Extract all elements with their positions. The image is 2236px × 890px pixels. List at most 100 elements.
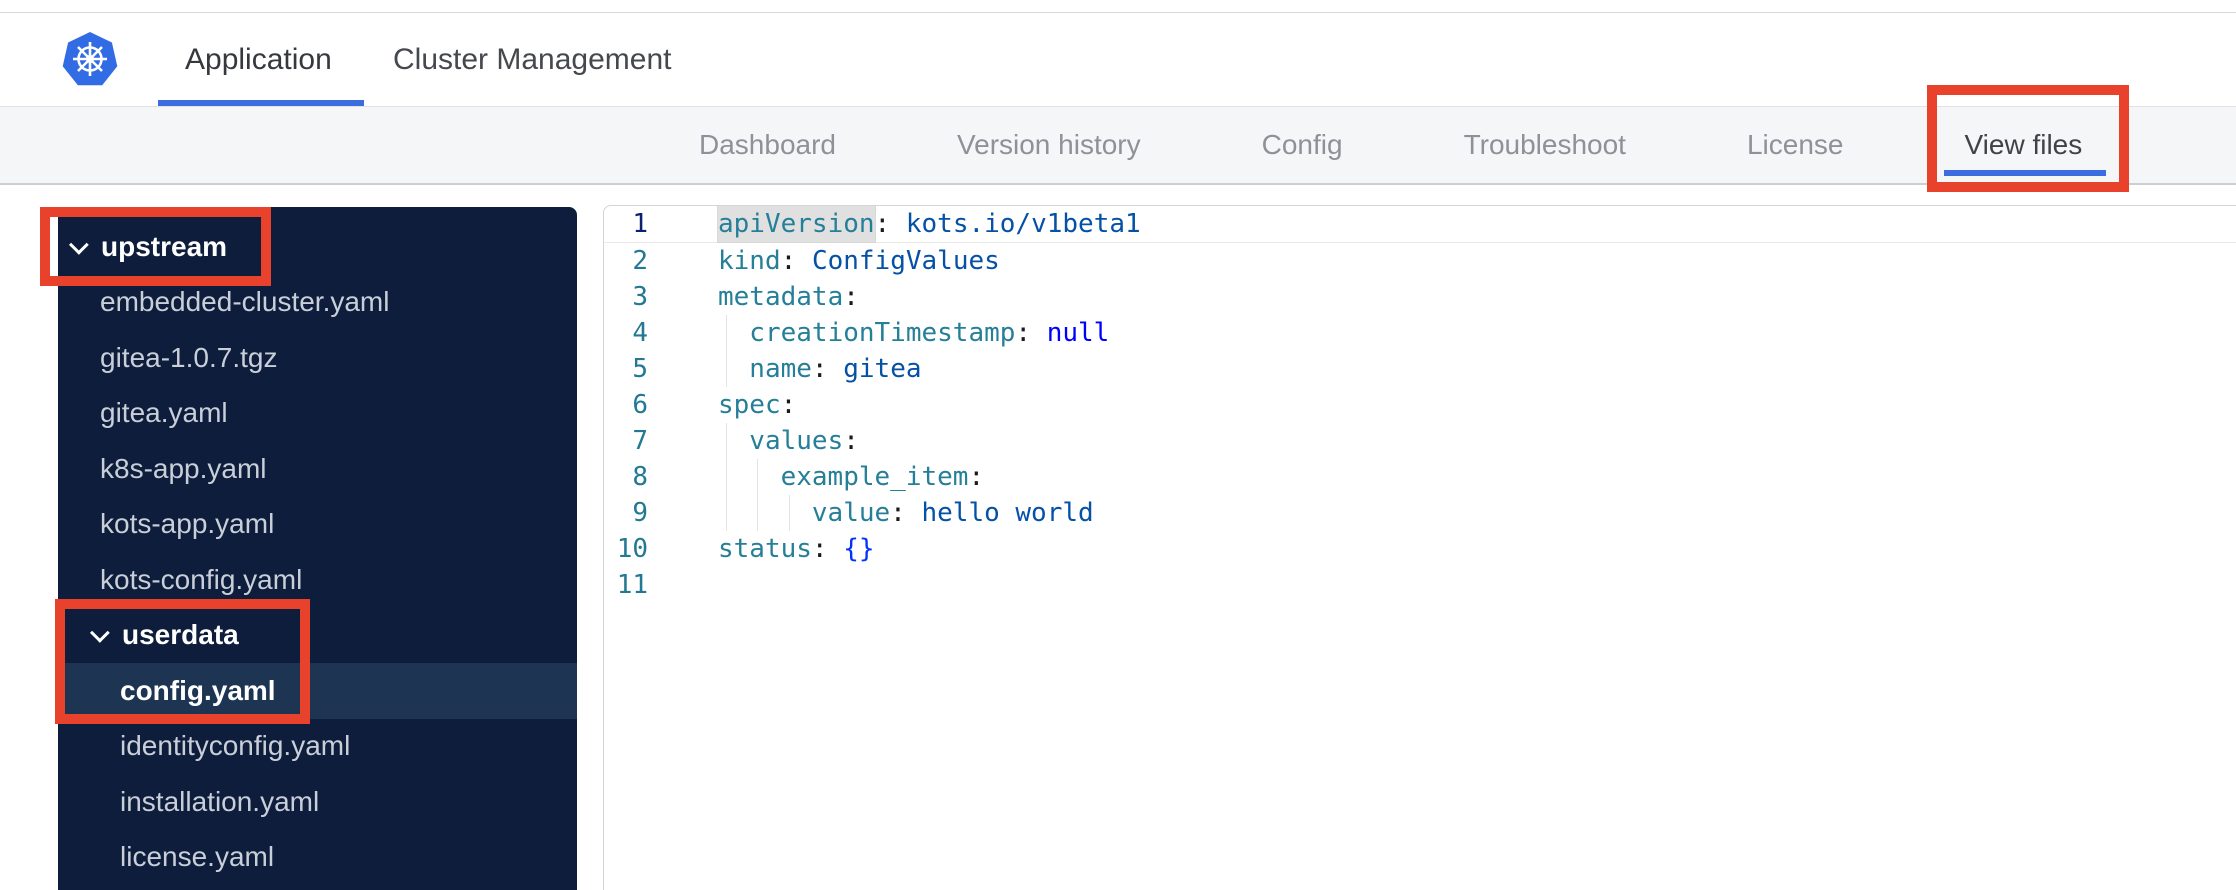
app-header: Application Cluster Management <box>0 13 2236 107</box>
code-text: status: {} <box>718 534 875 564</box>
token-key: values <box>749 426 844 456</box>
indent-guide <box>788 495 790 531</box>
tree-item-label: k8s-app.yaml <box>100 452 267 484</box>
line-number: 7 <box>632 426 648 456</box>
subnav-item-label: Troubleshoot <box>1463 129 1626 160</box>
indent-guide <box>726 459 727 495</box>
tree-folder-upstream[interactable]: upstream <box>40 207 577 286</box>
code-line-7: 7 values: <box>604 423 2236 459</box>
tree-item-label: userdata <box>122 619 239 651</box>
tree-file-license.yaml[interactable]: license.yaml <box>58 830 577 886</box>
line-number: 1 <box>632 209 648 239</box>
code-line-10: 10 status: {} <box>604 531 2236 567</box>
token-punc: : <box>843 282 859 312</box>
subnav-item-license[interactable]: License <box>1747 129 1844 161</box>
subnav-item-label: License <box>1746 129 1844 160</box>
token-key: spec <box>718 390 781 420</box>
chevron-down-icon <box>68 234 89 255</box>
highlighted-word: apiVersion <box>718 206 875 242</box>
token-punc: : <box>968 462 985 492</box>
code-text: kind: ConfigValues <box>718 246 1000 276</box>
token-key: name <box>749 354 812 384</box>
token-key: status <box>718 534 812 564</box>
token-key: example_item <box>780 462 969 492</box>
tree-file-config.yaml[interactable]: config.yaml <box>58 663 577 719</box>
code-line-9: 9 value: hello world <box>604 495 2236 531</box>
app-subnav: Dashboard Version history Config Troublesho… <box>0 85 2236 192</box>
code-text: values: <box>749 426 859 456</box>
tree-file-kots-config.yaml[interactable]: kots-config.yaml <box>58 552 577 608</box>
tree-file-gitea-1.0.7.tgz[interactable]: gitea-1.0.7.tgz <box>58 330 577 386</box>
token-punc: : <box>780 390 797 420</box>
tree-folder-userdata[interactable]: userdata <box>55 598 577 724</box>
kubernetes-logo-icon <box>62 32 118 86</box>
code-line-1: 1 apiVersion: kots.io/v1beta1 <box>604 206 2236 243</box>
tree-file-k8s-app.yaml[interactable]: k8s-app.yaml <box>58 441 577 497</box>
subnav-item-config[interactable]: Config <box>1262 129 1343 161</box>
tree-file-gitea.yaml[interactable]: gitea.yaml <box>58 386 577 442</box>
code-line-8: 8 example_item: <box>604 459 2236 495</box>
tree-file-embedded-cluster.yaml[interactable]: embedded-cluster.yaml <box>58 275 577 331</box>
line-number: 4 <box>632 318 648 348</box>
token-key: value <box>811 498 891 528</box>
line-number: 6 <box>632 390 648 420</box>
tree-file-identityconfig.yaml[interactable]: identityconfig.yaml <box>58 719 577 775</box>
tree-file-kots-app.yaml[interactable]: kots-app.yaml <box>58 497 577 553</box>
token-punc: : <box>811 354 844 384</box>
subnav-item-view-files[interactable]: View files <box>1927 85 2130 192</box>
indent-guide <box>757 459 759 495</box>
code-line-4: 4 creationTimestamp: null <box>604 315 2236 351</box>
code-text: name: gitea <box>749 354 921 384</box>
code-line-11: 11 <box>604 567 2236 603</box>
code-line-2: 2 kind: ConfigValues <box>604 243 2236 279</box>
subnav-item-label: View files <box>1964 129 2083 160</box>
tree-item-label: installation.yaml <box>120 785 320 817</box>
token-br: {} <box>843 534 875 564</box>
subnav-item-dashboard[interactable]: Dashboard <box>699 129 836 161</box>
tree-file-installation.yaml[interactable]: installation.yaml <box>58 774 577 830</box>
token-kw: null <box>1046 318 1110 348</box>
token-key: creationTimestamp <box>749 318 1016 348</box>
token-punc: : <box>780 246 812 276</box>
code-line-5: 5 name: gitea <box>604 351 2236 387</box>
tree-item-label: identityconfig.yaml <box>120 730 351 762</box>
line-number: 9 <box>632 498 648 528</box>
code-text: spec: <box>718 390 796 420</box>
code-text: metadata: <box>718 282 859 312</box>
token-punc: : <box>843 426 859 456</box>
line-number: 3 <box>632 282 648 312</box>
file-tree-panel: upstream embedded-cluster.yaml gitea-1.0.7… <box>40 207 577 890</box>
token-key: metadata <box>718 282 844 312</box>
tree-item-label: upstream <box>101 230 228 262</box>
token-str: kots.io/v1beta1 <box>905 209 1141 239</box>
kots-admin-console: Application Cluster Management Dashboard… <box>0 0 2236 890</box>
subnav-item-version-history[interactable]: Version history <box>957 129 1141 161</box>
token-punc: : <box>874 209 906 239</box>
token-str: hello world <box>921 498 1094 528</box>
indent-guide <box>726 495 727 531</box>
active-tab-underline <box>158 100 364 106</box>
tree-item-label: gitea-1.0.7.tgz <box>100 341 278 373</box>
code-text: example_item: <box>781 462 985 492</box>
subnav-item-label: Config <box>1261 129 1343 160</box>
code-text: creationTimestamp: null <box>749 318 1109 348</box>
indent-guide <box>726 315 727 351</box>
token-punc: : <box>811 534 844 564</box>
subnav-item-troubleshoot[interactable]: Troubleshoot <box>1464 129 1626 161</box>
indent-guide <box>726 351 727 387</box>
line-number: 2 <box>632 246 648 276</box>
indent-guide <box>726 423 727 459</box>
line-number: 10 <box>616 534 648 564</box>
chevron-down-icon <box>89 623 110 644</box>
subnav-item-label: Dashboard <box>699 129 836 160</box>
tree-item-label: config.yaml <box>120 674 276 706</box>
line-number: 11 <box>616 570 648 600</box>
subnav-item-label: Version history <box>956 129 1141 160</box>
yaml-editor[interactable]: 1 apiVersion: kots.io/v1beta1 2 kind: Confi… <box>603 205 2236 890</box>
line-number: 8 <box>632 462 648 492</box>
tab-cluster-management[interactable]: Cluster Management <box>393 13 671 106</box>
tree-item-label: license.yaml <box>120 841 275 873</box>
line-number: 5 <box>632 354 648 384</box>
tab-application[interactable]: Application <box>185 13 332 106</box>
token-str: ConfigValues <box>811 246 1000 276</box>
